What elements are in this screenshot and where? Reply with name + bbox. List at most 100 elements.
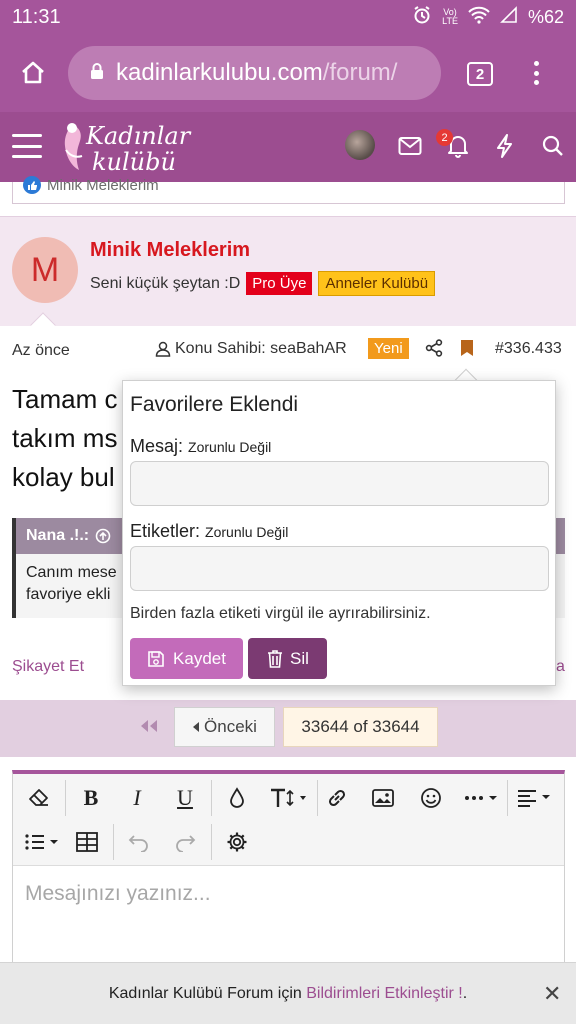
list-button[interactable] [19, 822, 67, 862]
signal-icon [500, 5, 518, 29]
floppy-disk-icon [148, 650, 164, 667]
trash-icon [268, 649, 283, 668]
droplet-icon [230, 787, 244, 808]
tags-label: Etiketler: Zorunlu Değil [130, 521, 288, 542]
notice-text: Kadınlar Kulübü Forum için [108, 984, 302, 1002]
save-label: Kaydet [173, 648, 226, 668]
user-icon [155, 341, 171, 357]
messages-button[interactable] [396, 132, 424, 160]
enable-notifications-link[interactable]: Bildirimleri Etkinleştir ! [306, 985, 462, 1003]
insert-emoji-button[interactable] [411, 778, 451, 818]
toolbar-separator [113, 824, 114, 860]
arrow-up-circle-icon [95, 528, 111, 544]
post-username[interactable]: Minik Meleklerim [90, 239, 250, 262]
bookmark-icon [461, 340, 473, 356]
toolbar-separator [211, 780, 212, 816]
editor-toolbar: B I U [13, 774, 564, 866]
editor-settings-button[interactable] [217, 822, 257, 862]
delete-button[interactable]: Sil [248, 638, 327, 679]
list-icon [25, 834, 58, 850]
post-time[interactable]: Az önce [12, 342, 70, 360]
lte-indicator: Vo) LTE [442, 8, 458, 26]
bookmark-tags-field[interactable] [130, 546, 549, 591]
insert-table-button[interactable] [67, 822, 107, 862]
table-icon [76, 832, 98, 852]
page-indicator[interactable]: 33644 of 33644 [283, 707, 438, 747]
url-domain: kadinlarkulubu.com [116, 59, 323, 86]
image-icon [372, 789, 394, 807]
message-optional-hint: Zorunlu Değil [188, 439, 272, 455]
message-label: Mesaj: Zorunlu Değil [130, 436, 271, 457]
post-text-line: Tamam c [12, 384, 118, 414]
clear-formatting-button[interactable] [19, 778, 59, 818]
delete-label: Sil [290, 648, 309, 668]
hamburger-line [12, 144, 42, 148]
alarm-icon [412, 5, 432, 30]
redo-icon [176, 835, 196, 852]
address-bar[interactable]: kadinlarkulubu.com/forum/ [68, 46, 441, 100]
hamburger-menu-button[interactable] [12, 134, 42, 158]
status-bar: 11:31 Vo) LTE %62 [0, 0, 576, 34]
post-action-link-partial[interactable]: a [556, 658, 565, 676]
post-meta-row: Az önce Konu Sahibi: seaBahAR Yeni #336.… [0, 330, 576, 366]
push-notification-banner: Kadınlar Kulübü Forum için Bildirimleri … [0, 962, 576, 1024]
text-color-button[interactable] [217, 778, 257, 818]
close-icon[interactable]: ✕ [543, 981, 561, 1007]
hamburger-line [12, 134, 42, 137]
align-button[interactable] [511, 778, 559, 818]
post-user-title: Seni küçük şeytan :D Pro Üye Anneler Kul… [90, 271, 436, 296]
post-user-header: M Minik Meleklerim Seni küçük şeytan :D … [0, 216, 576, 326]
message-label-text: Mesaj: [130, 436, 184, 456]
bold-button[interactable]: B [71, 778, 111, 818]
first-page-button[interactable] [138, 718, 158, 739]
italic-button[interactable]: I [117, 778, 157, 818]
smiley-icon [421, 788, 441, 808]
message-input[interactable]: Mesajınızı yazınız... [25, 882, 211, 906]
menu-dot [533, 61, 539, 66]
double-chevron-left-icon [141, 720, 157, 732]
home-button[interactable] [0, 34, 66, 112]
hamburger-line [12, 155, 42, 158]
toolbar-separator [507, 780, 508, 816]
tab-switcher-button[interactable]: 2 [467, 62, 493, 86]
quote-author: Nana .!.: [26, 527, 90, 544]
report-link[interactable]: Şikayet Et [12, 658, 84, 676]
font-size-button[interactable] [263, 778, 315, 818]
bookmark-message-field[interactable] [130, 461, 549, 506]
more-options-button[interactable] [459, 778, 507, 818]
browser-menu-button[interactable] [526, 58, 546, 88]
whats-new-button[interactable] [491, 132, 519, 160]
share-button[interactable] [425, 339, 443, 362]
search-button[interactable] [539, 132, 567, 160]
post-avatar[interactable]: M [12, 237, 78, 303]
reaction-user: Minik Meleklerim [47, 176, 159, 194]
user-avatar[interactable] [345, 130, 375, 160]
pagination: Önceki 33644 of 33644 [0, 700, 576, 757]
bookmark-button[interactable] [460, 339, 474, 362]
popup-title: Favorilere Eklendi [130, 393, 299, 416]
insert-link-button[interactable] [317, 778, 357, 818]
thread-owner: Konu Sahibi: seaBahAR [155, 340, 347, 358]
lte-bottom-label: LTE [442, 16, 458, 26]
insert-image-button[interactable] [363, 778, 403, 818]
thread-owner-label: Konu Sahibi: seaBahAR [175, 340, 347, 357]
undo-button[interactable] [119, 822, 159, 862]
status-icons: Vo) LTE %62 [412, 5, 564, 30]
new-badge: Yeni [368, 338, 409, 359]
redo-button[interactable] [165, 822, 205, 862]
notification-count-badge: 2 [436, 129, 453, 146]
site-logo[interactable]: Kadınlar kulübü [58, 118, 198, 176]
underline-button[interactable]: U [165, 778, 205, 818]
post-body: Tamam c takım ms kolay bul [12, 380, 117, 497]
tags-hint: Birden fazla etiketi virgül ile ayrırabi… [130, 605, 431, 622]
save-button[interactable]: Kaydet [130, 638, 243, 679]
logo-mascot-icon [64, 123, 83, 170]
like-icon [23, 176, 41, 194]
toolbar-separator [211, 824, 212, 860]
more-dots-icon [465, 796, 497, 800]
envelope-icon [398, 137, 422, 155]
post-number-link[interactable]: #336.433 [495, 340, 562, 358]
undo-icon [128, 835, 148, 852]
previous-page-button[interactable]: Önceki [174, 707, 275, 747]
reaction-summary[interactable]: Minik Meleklerim [23, 176, 159, 194]
